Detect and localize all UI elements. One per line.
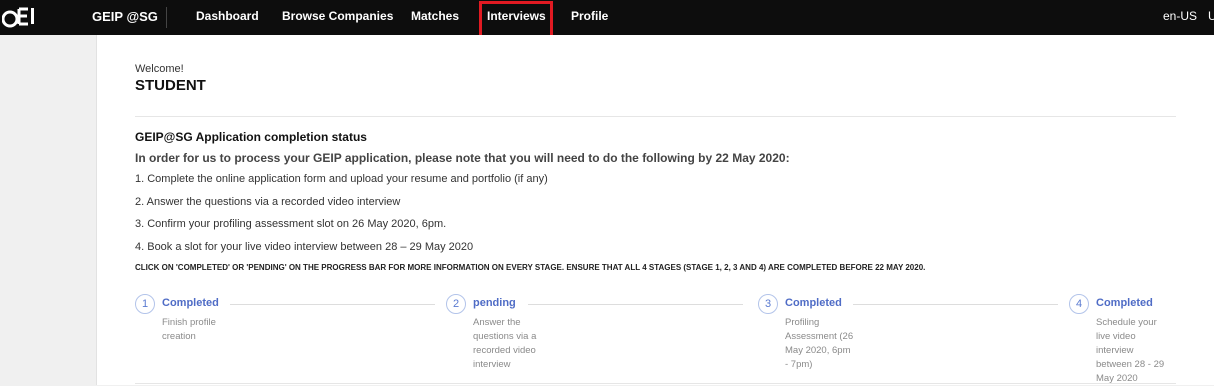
- bottom-divider: [135, 383, 1176, 384]
- main-content: Welcome! STUDENT GEIP@SG Application com…: [97, 35, 1214, 385]
- section-divider: [135, 116, 1176, 117]
- stage-number: 4: [1069, 294, 1089, 314]
- requirement-step-3: 3. Confirm your profiling assessment slo…: [135, 218, 447, 230]
- stage-connector: [528, 304, 743, 305]
- stage-number: 2: [446, 294, 466, 314]
- left-sidebar: [0, 35, 97, 385]
- welcome-text: Welcome!: [135, 63, 184, 75]
- stage-description: Profiling Assessment (26 May 2020, 6pm -…: [785, 317, 854, 370]
- top-navigation-bar: GEIP @SG Dashboard Browse Companies Matc…: [0, 0, 1214, 42]
- locale-selector[interactable]: en-US: [1163, 9, 1197, 23]
- stage-number: 3: [758, 294, 778, 314]
- geip-logo[interactable]: [1, 3, 36, 31]
- stage-status-link[interactable]: Completed: [785, 297, 842, 309]
- nav-dashboard[interactable]: Dashboard: [196, 9, 259, 23]
- stage-description: Finish profile creation: [162, 317, 216, 342]
- completion-status-title: GEIP@SG Application completion status: [135, 130, 367, 144]
- user-menu[interactable]: U: [1208, 9, 1214, 23]
- requirement-step-4: 4. Book a slot for your live video inter…: [135, 241, 474, 253]
- nav-matches[interactable]: Matches: [411, 9, 459, 23]
- stage-number: 1: [135, 294, 155, 314]
- stage-description: Schedule your live video interview betwe…: [1096, 317, 1165, 384]
- stage-status-link[interactable]: pending: [473, 297, 516, 309]
- stage-description: Answer the questions via a recorded vide…: [473, 317, 537, 370]
- stage-connector: [853, 304, 1058, 305]
- progress-instruction-note: CLICK ON 'COMPLETED' OR 'PENDING' ON THE…: [135, 263, 926, 272]
- stage-connector: [230, 304, 435, 305]
- stage-status-link[interactable]: Completed: [1096, 297, 1153, 309]
- brand-divider: [166, 7, 167, 28]
- application-instruction: In order for us to process your GEIP app…: [135, 151, 790, 165]
- nav-browse-companies[interactable]: Browse Companies: [282, 9, 393, 23]
- requirement-step-2: 2. Answer the questions via a recorded v…: [135, 196, 401, 208]
- user-name: STUDENT: [135, 77, 206, 94]
- requirement-step-1: 1. Complete the online application form …: [135, 173, 548, 185]
- stage-status-link[interactable]: Completed: [162, 297, 219, 309]
- nav-profile[interactable]: Profile: [571, 9, 608, 23]
- brand-title[interactable]: GEIP @SG: [92, 9, 158, 24]
